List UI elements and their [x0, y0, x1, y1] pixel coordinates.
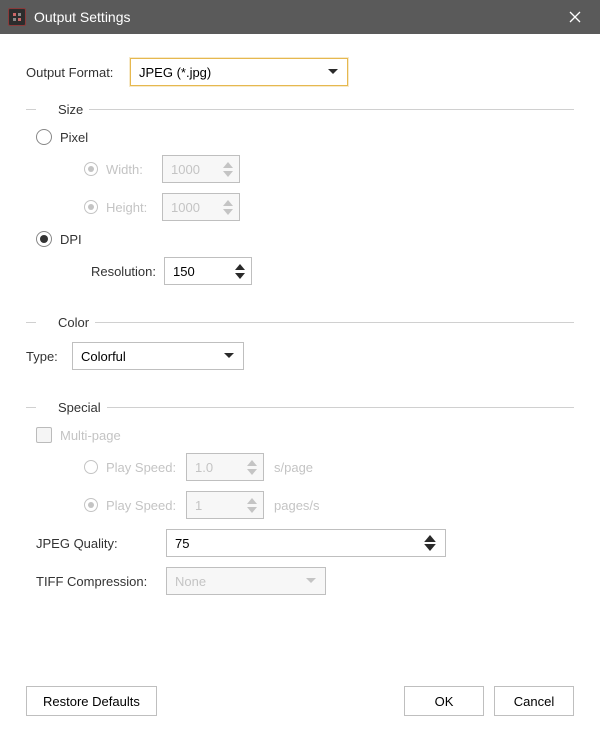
height-input [162, 193, 240, 221]
chevron-down-icon [223, 352, 235, 360]
special-legend: Special [36, 400, 107, 415]
playspeed1-spin [245, 456, 259, 478]
chevron-down-icon [327, 68, 339, 76]
multipage-label: Multi-page [60, 428, 121, 443]
width-label: Width: [106, 162, 162, 177]
tiff-compression-label: TIFF Compression: [36, 574, 166, 589]
window-title: Output Settings [34, 9, 558, 25]
resolution-spin[interactable] [233, 260, 247, 282]
footer: Restore Defaults OK Cancel [26, 686, 574, 716]
chevron-down-icon [305, 577, 317, 585]
pixel-radio[interactable] [36, 129, 52, 145]
jpeg-quality-label: JPEG Quality: [36, 536, 166, 551]
pixel-label: Pixel [60, 130, 88, 145]
color-type-select[interactable]: Colorful [72, 342, 244, 370]
height-radio [84, 200, 98, 214]
output-format-select[interactable]: JPEG (*.jpg) [130, 58, 348, 86]
output-format-value: JPEG (*.jpg) [139, 65, 211, 80]
height-label: Height: [106, 200, 162, 215]
height-spin [221, 196, 235, 218]
resolution-input[interactable] [164, 257, 252, 285]
playspeed1-radio [84, 460, 98, 474]
size-legend: Size [36, 102, 89, 117]
ok-button[interactable]: OK [404, 686, 484, 716]
width-radio [84, 162, 98, 176]
playspeed2-unit: pages/s [274, 498, 320, 513]
output-format-row: Output Format: JPEG (*.jpg) [26, 58, 574, 86]
jpeg-quality-value[interactable] [167, 530, 445, 556]
dpi-radio[interactable] [36, 231, 52, 247]
playspeed2-input [186, 491, 264, 519]
playspeed1-input [186, 453, 264, 481]
special-fieldset: Special Multi-page Play Speed: [26, 400, 574, 609]
close-button[interactable] [558, 0, 592, 34]
width-input [162, 155, 240, 183]
multipage-checkbox [36, 427, 52, 443]
playspeed2-label: Play Speed: [106, 498, 186, 513]
app-icon [8, 8, 26, 26]
playspeed1-unit: s/page [274, 460, 313, 475]
color-type-label: Type: [26, 349, 72, 364]
color-legend: Color [36, 315, 95, 330]
playspeed1-label: Play Speed: [106, 460, 186, 475]
color-fieldset: Color Type: Colorful [26, 315, 574, 384]
restore-defaults-button[interactable]: Restore Defaults [26, 686, 157, 716]
resolution-label: Resolution: [84, 264, 164, 279]
jpeg-quality-input[interactable] [166, 529, 446, 557]
titlebar: Output Settings [0, 0, 600, 34]
jpeg-quality-spin[interactable] [423, 532, 437, 554]
tiff-compression-select: None [166, 567, 326, 595]
playspeed2-radio [84, 498, 98, 512]
cancel-button[interactable]: Cancel [494, 686, 574, 716]
size-fieldset: Size Pixel Width: [26, 102, 574, 299]
color-type-value: Colorful [81, 349, 126, 364]
output-format-label: Output Format: [26, 65, 130, 80]
tiff-compression-value: None [175, 574, 206, 589]
width-spin [221, 158, 235, 180]
dpi-label: DPI [60, 232, 82, 247]
playspeed2-spin [245, 494, 259, 516]
